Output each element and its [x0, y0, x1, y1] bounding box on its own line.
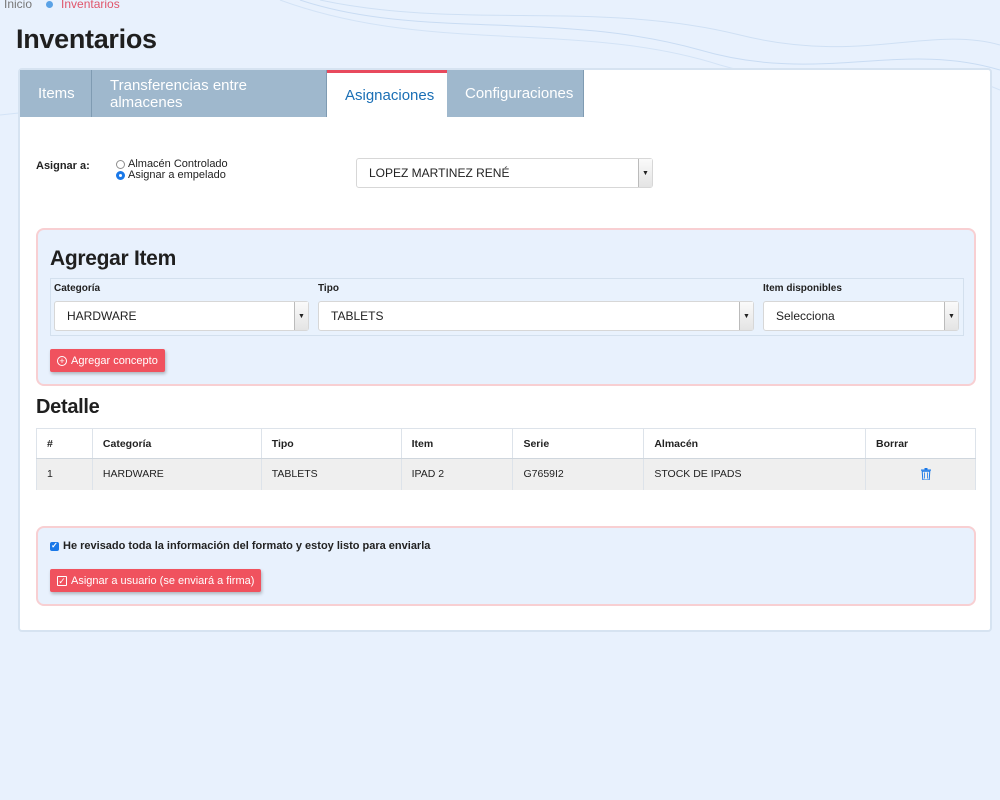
- table-cell: G7659I2: [512, 458, 645, 490]
- detail-title: Detalle: [36, 396, 100, 418]
- table-cell: IPAD 2: [400, 458, 514, 490]
- column-header: #: [36, 428, 93, 459]
- tab-transferencias[interactable]: Transferencias entre almacenes: [92, 70, 327, 117]
- type-select[interactable]: TABLETS ▼: [318, 301, 754, 331]
- breadcrumb-home[interactable]: Inicio: [4, 0, 32, 11]
- radio-button-checked[interactable]: [116, 171, 125, 180]
- available-items-select[interactable]: Selecciona ▼: [763, 301, 959, 331]
- table-cell: TABLETS: [260, 458, 402, 490]
- radio-asignar-empleado[interactable]: Asignar a empelado: [116, 170, 228, 181]
- table-row: 1 HARDWARE TABLETS IPAD 2 G7659I2 STOCK …: [36, 458, 976, 490]
- table-header-row: # Categoría Tipo Item Serie Almacén Borr…: [36, 428, 976, 459]
- category-label: Categoría: [54, 283, 101, 294]
- caret-down-icon: ▼: [294, 302, 308, 330]
- detail-table: # Categoría Tipo Item Serie Almacén Borr…: [36, 428, 976, 490]
- caret-down-icon: ▼: [638, 159, 652, 187]
- column-header: Borrar: [865, 428, 976, 459]
- assign-user-label: Asignar a usuario (se enviará a firma): [71, 574, 255, 587]
- tab-configuraciones[interactable]: Configuraciones: [447, 70, 584, 117]
- assign-row: Asignar a: Almacén Controlado Asignar a …: [36, 158, 976, 194]
- tab-bar: Items Transferencias entre almacenes Asi…: [20, 70, 584, 117]
- radio-label: Asignar a empelado: [128, 169, 226, 181]
- assign-radio-group: Almacén Controlado Asignar a empelado: [116, 159, 228, 181]
- column-header: Almacén: [643, 428, 867, 459]
- add-item-panel: Agregar Item Categoría Tipo Item disponi…: [36, 228, 976, 386]
- add-item-title: Agregar Item: [50, 247, 176, 270]
- breadcrumb-current: Inventarios: [61, 0, 120, 11]
- type-label: Tipo: [318, 283, 339, 294]
- confirm-panel: ✓ He revisado toda la información del fo…: [36, 526, 976, 606]
- type-select-value: TABLETS: [331, 309, 384, 323]
- available-select-value: Selecciona: [776, 309, 835, 323]
- plus-circle-icon: +: [57, 355, 67, 366]
- confirm-checkbox-row[interactable]: ✓ He revisado toda la información del fo…: [50, 540, 430, 552]
- employee-select[interactable]: LOPEZ MARTINEZ RENÉ ▼: [356, 158, 653, 188]
- delete-cell: [865, 458, 976, 490]
- table-cell: HARDWARE: [91, 458, 262, 490]
- table-cell: STOCK DE IPADS: [643, 458, 867, 490]
- add-concept-button[interactable]: + Agregar concepto: [50, 349, 165, 372]
- breadcrumb-separator-icon: [46, 0, 54, 8]
- radio-button[interactable]: [116, 160, 125, 169]
- column-header: Categoría: [91, 428, 262, 459]
- trash-icon[interactable]: [876, 468, 975, 481]
- table-cell: 1: [36, 458, 93, 490]
- category-select[interactable]: HARDWARE ▼: [54, 301, 309, 331]
- assign-label: Asignar a:: [36, 160, 90, 172]
- available-label: Item disponibles: [763, 283, 842, 294]
- caret-down-icon: ▼: [944, 302, 958, 330]
- column-header: Tipo: [260, 428, 402, 459]
- tab-items[interactable]: Items: [20, 70, 92, 117]
- tab-asignaciones[interactable]: Asignaciones: [327, 70, 447, 117]
- add-concept-label: Agregar concepto: [71, 354, 158, 367]
- check-icon[interactable]: ✓: [50, 541, 59, 551]
- column-header: Serie: [512, 428, 645, 459]
- column-header: Item: [400, 428, 514, 459]
- category-select-value: HARDWARE: [67, 309, 137, 323]
- breadcrumb: Inicio Inventarios: [4, 0, 120, 12]
- add-item-filters: Categoría Tipo Item disponibles HARDWARE…: [50, 278, 964, 336]
- confirm-checkbox-label: He revisado toda la información del form…: [63, 540, 431, 552]
- main-card: Items Transferencias entre almacenes Asi…: [18, 68, 992, 632]
- page-title: Inventarios: [16, 24, 157, 54]
- check-square-icon: ✓: [57, 575, 67, 586]
- caret-down-icon: ▼: [739, 302, 753, 330]
- employee-select-value: LOPEZ MARTINEZ RENÉ: [369, 166, 510, 180]
- assign-user-button[interactable]: ✓ Asignar a usuario (se enviará a firma): [50, 569, 262, 592]
